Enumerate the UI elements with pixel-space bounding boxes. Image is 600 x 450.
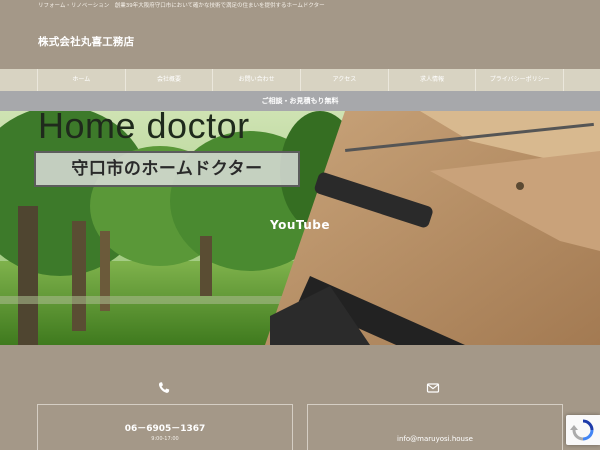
phone-number[interactable]: 06－6905－1367 <box>38 421 292 434</box>
hero-badge-text: 守口市のホームドクター <box>71 159 263 179</box>
nav-item-company[interactable]: 会社概要 <box>126 69 214 91</box>
site-title[interactable]: 株式会社丸喜工務店 <box>38 34 134 49</box>
nav-item-contact[interactable]: お問い合わせ <box>213 69 302 91</box>
contact-section: 06－6905－1367 9:00-17:00 info@maruyosi.ho… <box>0 345 600 450</box>
phone-box: 06－6905－1367 9:00-17:00 <box>37 404 293 450</box>
hero-headline: Home doctor <box>38 111 250 146</box>
hero-video[interactable]: Home doctor 守口市のホームドクター YouTube <box>0 111 600 345</box>
nav-item-access[interactable]: アクセス <box>301 69 389 91</box>
hero-badge: 守口市のホームドクター <box>34 151 300 187</box>
mail-box: info@maruyosi.house <box>307 404 563 450</box>
nav-item-privacy[interactable]: プライバシーポリシー <box>476 69 565 91</box>
top-tagline: リフォーム・リノベーション 創業39年大阪府守口市において確かな技術で満足の住ま… <box>0 0 600 12</box>
recaptcha-badge[interactable] <box>566 415 600 445</box>
consult-banner[interactable]: ご相談・お見積もり無料 <box>0 91 600 111</box>
envelope-icon <box>426 383 440 393</box>
site-header: 株式会社丸喜工務店 <box>0 12 600 69</box>
nav-item-recruit[interactable]: 求人情報 <box>389 69 477 91</box>
phone-hours: 9:00-17:00 <box>151 436 179 442</box>
email-address[interactable]: info@maruyosi.house <box>308 435 562 443</box>
youtube-link[interactable]: YouTube <box>0 218 600 232</box>
global-nav: ホーム 会社概要 お問い合わせ アクセス 求人情報 プライバシーポリシー <box>0 69 600 91</box>
phone-icon <box>159 382 170 393</box>
recaptcha-icon <box>570 419 594 441</box>
nav-item-home[interactable]: ホーム <box>38 69 126 91</box>
